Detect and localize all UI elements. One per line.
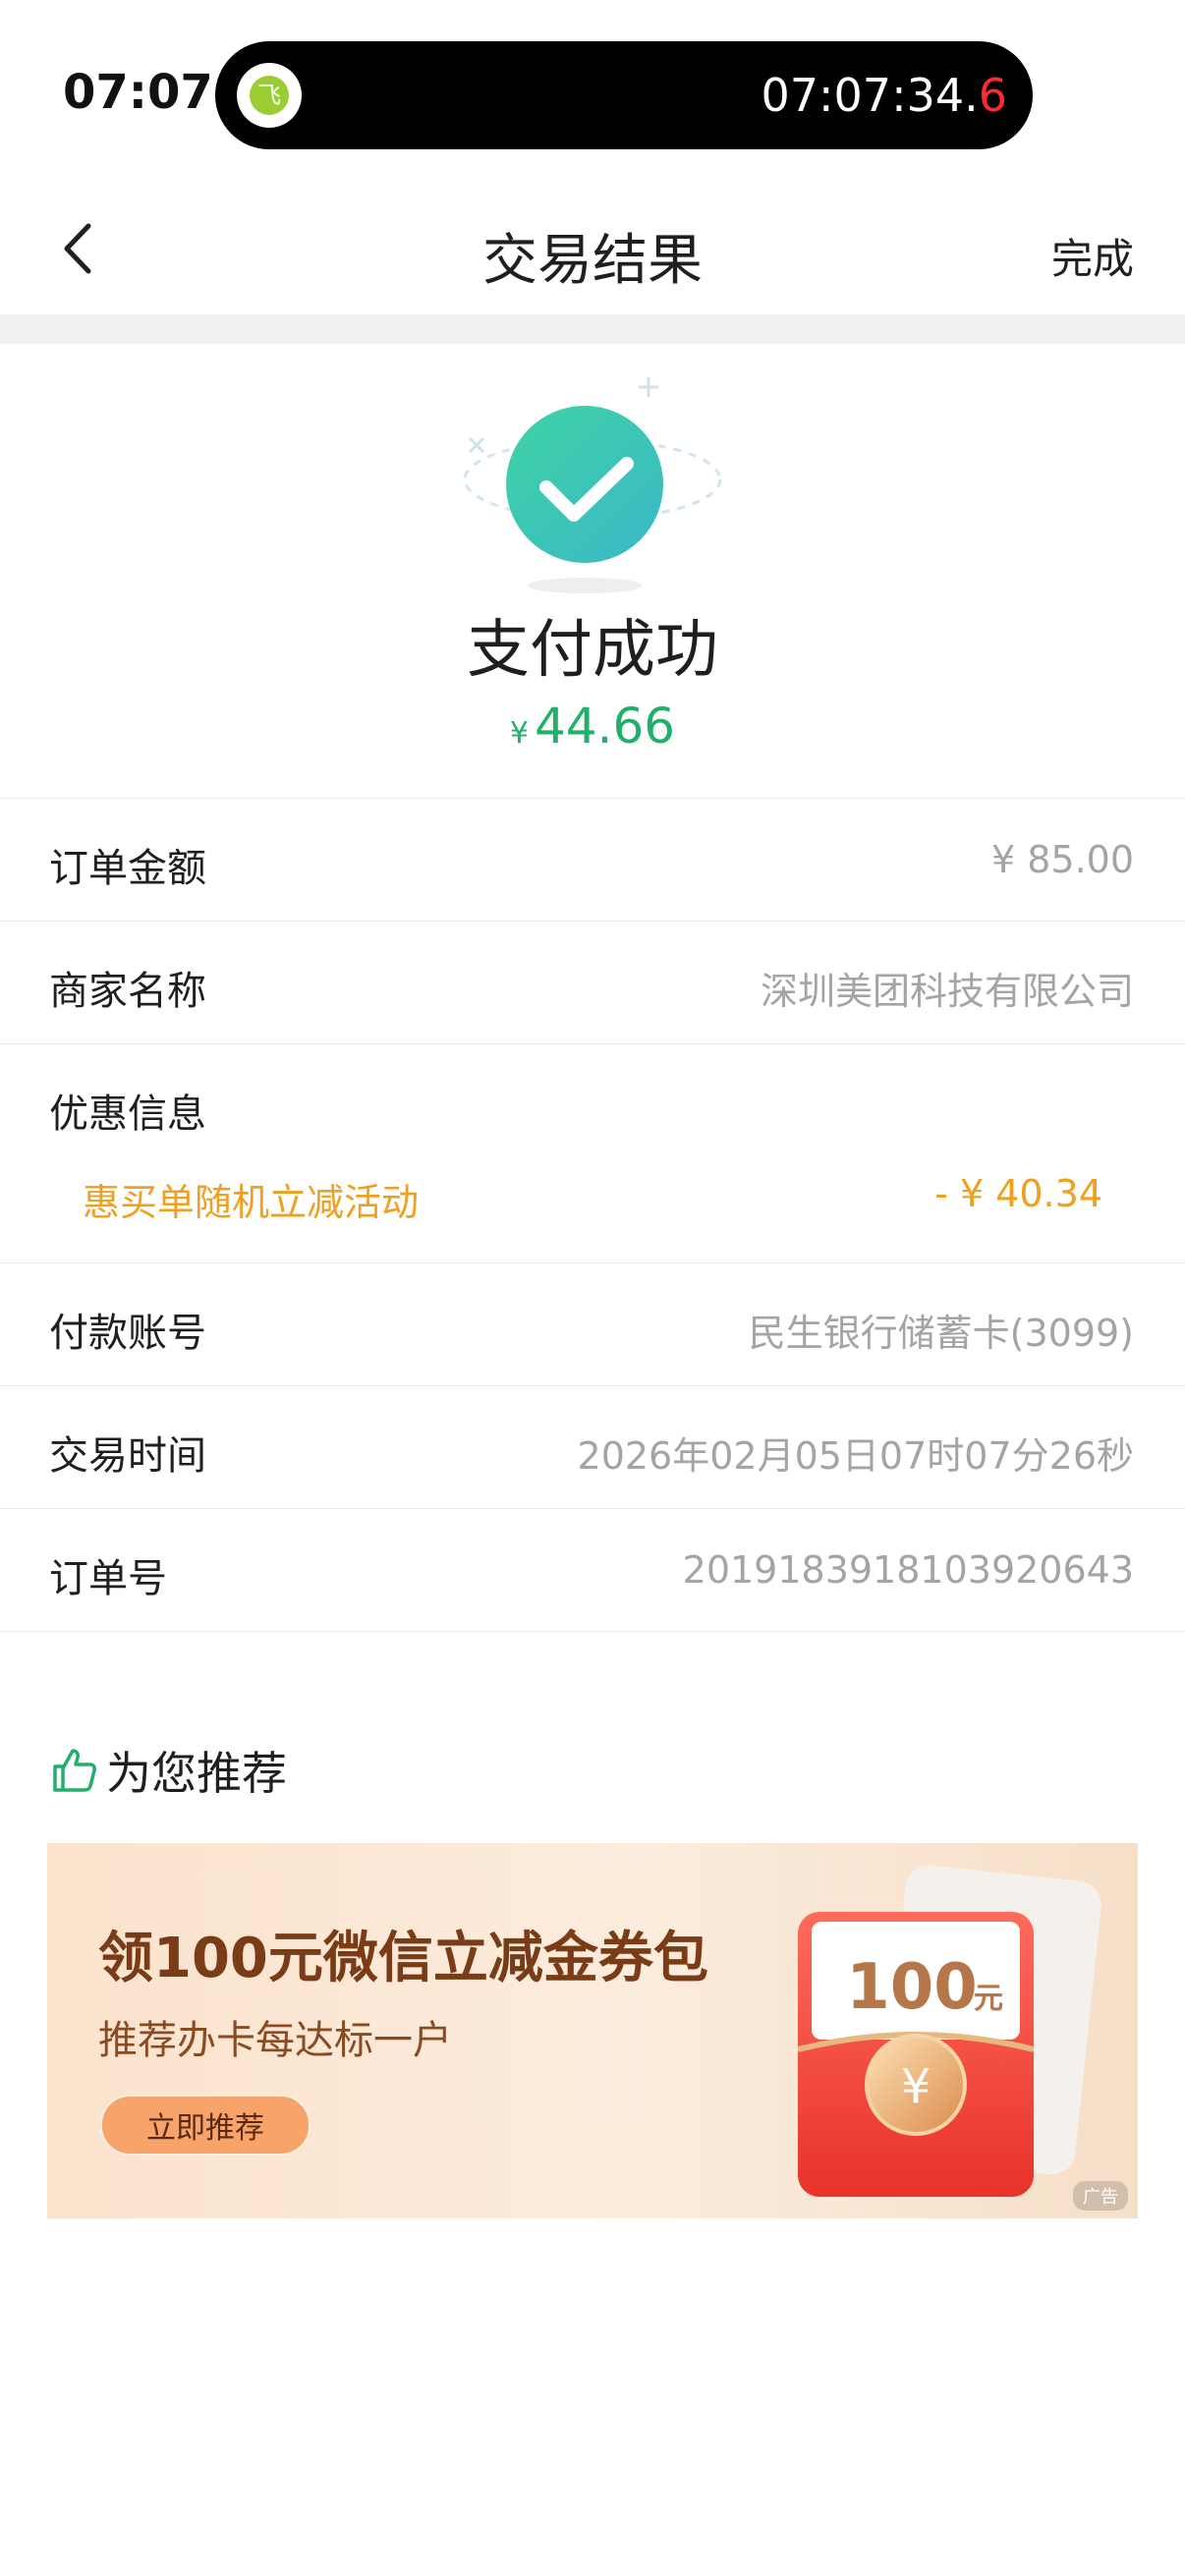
- details-divider: [0, 1631, 1185, 1632]
- account-label: 付款账号: [49, 1311, 206, 1356]
- success-title: 支付成功: [467, 614, 718, 687]
- discount-value: - ¥ 40.34: [934, 1172, 1102, 1215]
- recommend-now-button[interactable]: 立即推荐: [100, 2095, 310, 2156]
- status-bar: 07:07 飞 07:07:34.6: [0, 0, 1185, 187]
- ad-art-amount: 100: [846, 1951, 978, 2024]
- ad-banner[interactable]: 领100元微信立减金券包 推荐办卡每达标一户 立即推荐 100 元 ¥ 广告: [47, 1843, 1138, 2218]
- currency-symbol: ¥: [509, 716, 529, 751]
- time-label: 交易时间: [49, 1433, 206, 1479]
- detail-row-order-no: 订单号 2019183918103920643: [0, 1508, 1185, 1631]
- detail-row-merchant: 商家名称 深圳美团科技有限公司: [0, 921, 1185, 1043]
- merchant-value: 深圳美团科技有限公司: [760, 970, 1134, 1013]
- recommend-title: 为您推荐: [106, 1747, 287, 1800]
- recommend-header: 为您推荐: [49, 1741, 287, 1800]
- stopwatch-clock: 07:07:34.6: [762, 69, 1008, 122]
- nav-bar: 交易结果 完成: [0, 187, 1185, 314]
- status-time: 07:07: [63, 65, 213, 120]
- page-title: 交易结果: [482, 229, 703, 293]
- paid-amount-value: 44.66: [534, 698, 676, 755]
- order-no-value: 2019183918103920643: [682, 1548, 1134, 1592]
- divider-band: [0, 314, 1185, 344]
- detail-row-time: 交易时间 2026年02月05日07时07分26秒: [0, 1385, 1185, 1508]
- payment-result: 支付成功 ¥44.66: [0, 344, 1185, 798]
- thumbs-up-icon: [53, 1749, 96, 1792]
- clock-tenth: 6: [978, 69, 1007, 122]
- detail-row-account: 付款账号 民生银行储蓄卡(3099): [0, 1262, 1185, 1385]
- clock-main: 07:07:34.: [761, 69, 979, 122]
- ad-headline: 领100元微信立减金券包: [98, 1927, 708, 1990]
- transaction-details: 订单金额 ¥ 85.00 商家名称 深圳美团科技有限公司 优惠信息 惠买单随机立…: [0, 798, 1185, 1632]
- order-amount-label: 订单金额: [49, 846, 206, 891]
- order-amount-value: ¥ 85.00: [990, 838, 1134, 881]
- check-circle-icon: [463, 377, 722, 593]
- time-value: 2026年02月05日07时07分26秒: [577, 1434, 1134, 1478]
- detail-row-order-amount: 订单金额 ¥ 85.00: [0, 798, 1185, 921]
- detail-row-discount: 优惠信息 惠买单随机立减活动 - ¥ 40.34: [0, 1043, 1185, 1262]
- discount-label: 优惠信息: [49, 1092, 206, 1137]
- discount-name: 惠买单随机立减活动: [83, 1181, 420, 1224]
- ad-tag: 广告: [1073, 2181, 1128, 2211]
- done-button[interactable]: 完成: [1051, 226, 1134, 286]
- merchant-label: 商家名称: [49, 969, 206, 1014]
- ad-art-unit: 元: [974, 1982, 1003, 2016]
- order-no-label: 订单号: [49, 1556, 167, 1601]
- red-envelope-illustration: 100 元 ¥: [797, 1865, 1101, 2197]
- ad-coin-glyph: ¥: [901, 2059, 931, 2114]
- dynamic-island: 飞 07:07:34.6: [215, 41, 1033, 149]
- ad-subtitle: 推荐办卡每达标一户: [98, 2018, 452, 2063]
- svg-text:飞: 飞: [257, 82, 281, 109]
- paid-amount: ¥44.66: [0, 698, 1185, 755]
- account-value: 民生银行储蓄卡(3099): [748, 1312, 1134, 1355]
- app-logo-icon: 飞: [237, 63, 302, 128]
